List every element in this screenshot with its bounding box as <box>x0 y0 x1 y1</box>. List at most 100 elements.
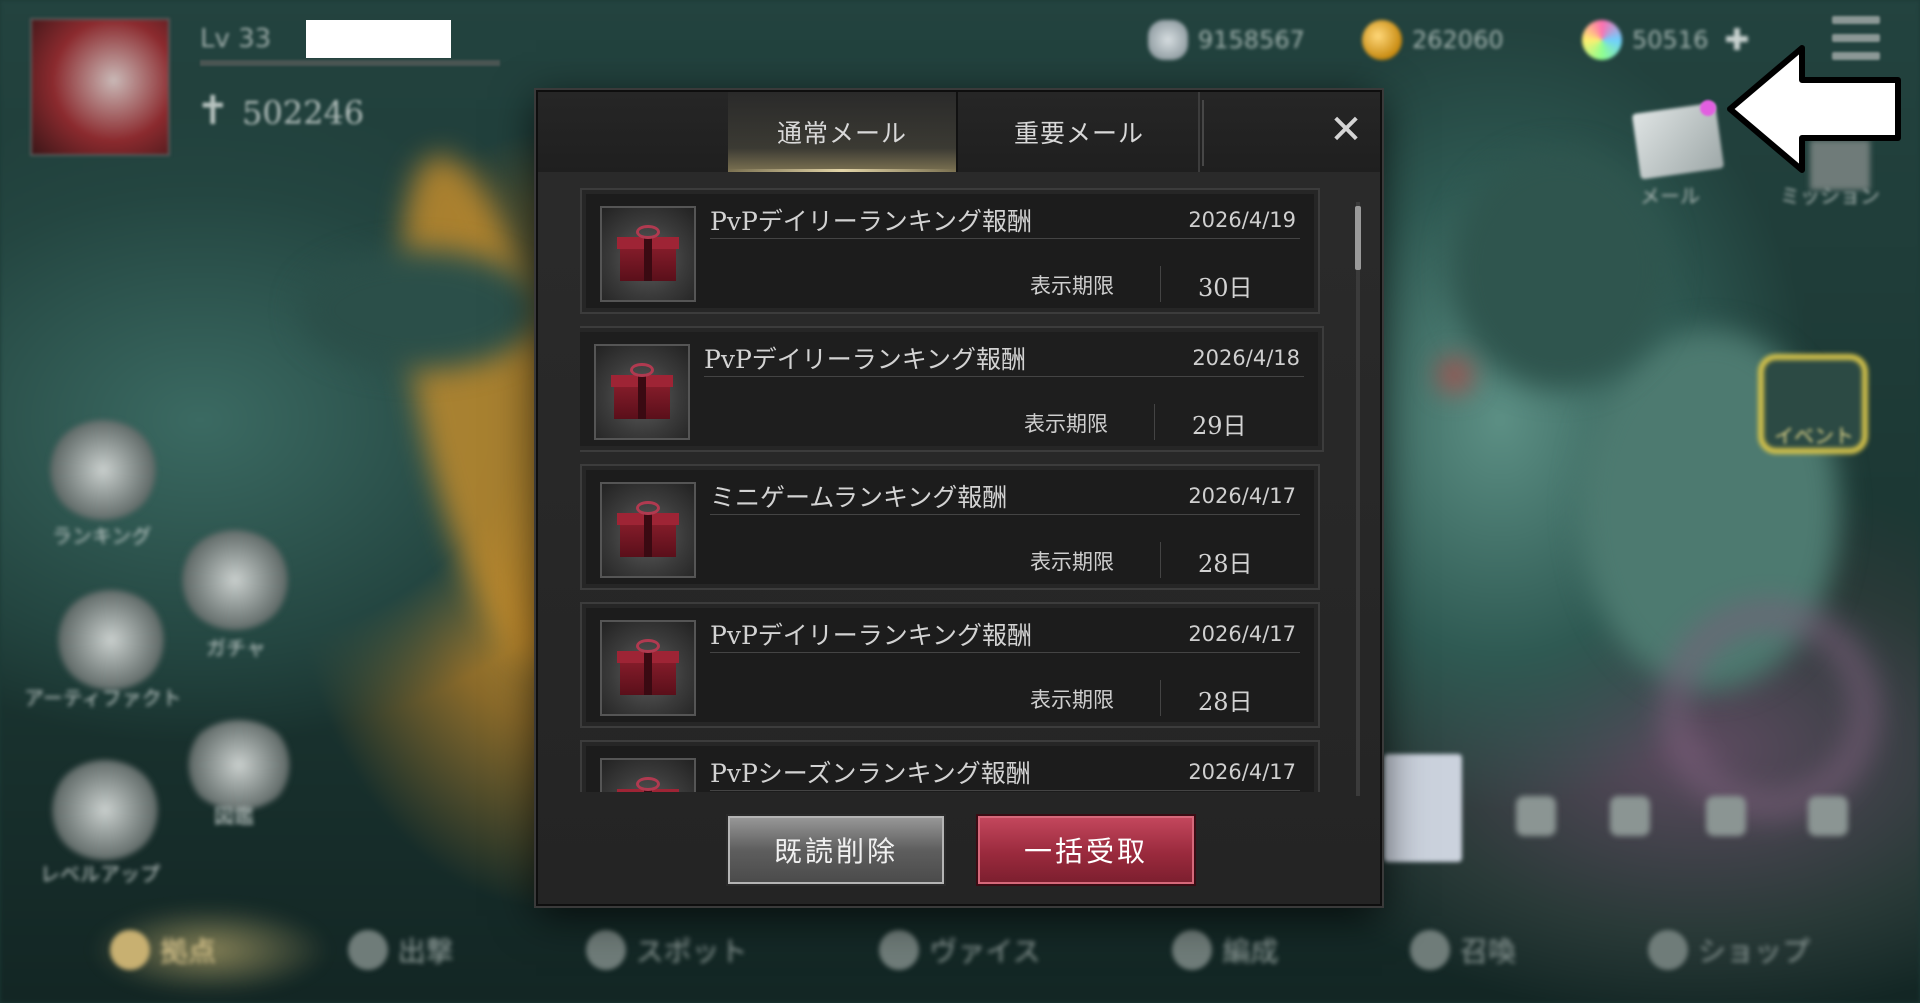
mail-date: 2026/4/19 <box>1188 208 1296 232</box>
gift-box-icon <box>594 344 690 440</box>
formation-icon <box>1172 930 1213 970</box>
claim-all-button[interactable]: 一括受取 <box>976 814 1196 886</box>
side-label: レベルアップ <box>40 862 160 886</box>
tab-important-mail[interactable]: 重要メール <box>960 92 1200 172</box>
grid-icon[interactable] <box>1516 796 1556 836</box>
mail-item[interactable]: PvPデイリーランキング報酬 2026/4/18 表示期限 29日 <box>580 326 1324 452</box>
tab-normal-mail[interactable]: 通常メール <box>728 92 958 172</box>
nav-label: ショップ <box>1697 935 1810 968</box>
period-value: 29日 <box>1192 412 1247 440</box>
nav-home[interactable]: 拠点 <box>110 930 216 970</box>
gift-box-icon <box>600 620 696 716</box>
tab-divider <box>1202 100 1204 166</box>
mail-dialog: 通常メール 重要メール ✕ PvPデイリーランキング報酬 2026/4/19 表… <box>536 90 1382 906</box>
side-label: 図鑑 <box>214 804 254 828</box>
period-label: 表示期限 <box>1024 412 1108 436</box>
character-card[interactable] <box>1384 754 1462 862</box>
gem-icon <box>1582 20 1622 60</box>
gacha-icon[interactable] <box>180 530 290 630</box>
monster-eye <box>1440 360 1470 390</box>
nav-formation[interactable]: 編成 <box>1172 930 1278 970</box>
monster-head <box>1450 150 1670 390</box>
mail-item[interactable]: PvPデイリーランキング報酬 2026/4/17 表示期限 28日 <box>580 602 1320 728</box>
divider <box>704 376 1304 377</box>
divider <box>1160 680 1161 716</box>
nav-label: 拠点 <box>160 935 217 968</box>
power-icon: ✝ <box>196 88 230 134</box>
ranking-icon[interactable] <box>48 420 158 520</box>
purple-ring <box>1660 600 1880 820</box>
vice-icon <box>879 930 920 970</box>
scrollbar-track[interactable] <box>1356 202 1360 796</box>
mail-title: PvPデイリーランキング報酬 <box>704 345 1027 374</box>
bell-icon[interactable] <box>1610 796 1650 836</box>
bird-icon[interactable] <box>1706 796 1746 836</box>
gift-box-icon <box>600 758 696 792</box>
mail-item[interactable]: ミニゲームランキング報酬 2026/4/17 表示期限 28日 <box>580 464 1320 590</box>
mail-title: ミニゲームランキング報酬 <box>710 483 1008 512</box>
mail-item[interactable]: PvPシーズンランキング報酬 2026/4/17 <box>580 740 1320 792</box>
tentacle <box>300 250 540 370</box>
nav-label: ヴァイス <box>929 935 1041 968</box>
period-label: 表示期限 <box>1030 274 1114 298</box>
period-label: 表示期限 <box>1030 688 1114 712</box>
level-up-icon[interactable] <box>50 760 160 860</box>
notification-dot <box>1700 100 1716 116</box>
nav-vice[interactable]: ヴァイス <box>879 930 1041 970</box>
menu-line <box>1832 34 1880 42</box>
mission-label: ミッション <box>1780 184 1880 208</box>
period-value: 28日 <box>1198 688 1253 716</box>
potion-icon[interactable] <box>1808 796 1848 836</box>
currency-value: 50516 <box>1632 26 1709 54</box>
mail-list[interactable]: PvPデイリーランキング報酬 2026/4/19 表示期限 30日 PvPデイリ… <box>580 188 1332 792</box>
player-name-redacted <box>306 20 451 58</box>
pointer-arrow-icon <box>1727 45 1901 173</box>
nav-shop[interactable]: ショップ <box>1647 930 1810 970</box>
divider <box>1154 404 1155 440</box>
tab-bar: 通常メール 重要メール ✕ <box>538 92 1380 172</box>
gift-box-icon <box>600 482 696 578</box>
home-icon <box>110 930 150 970</box>
mail-item[interactable]: PvPデイリーランキング報酬 2026/4/19 表示期限 30日 <box>580 188 1320 314</box>
close-icon[interactable]: ✕ <box>1326 110 1366 150</box>
side-label: ガチャ <box>206 636 266 660</box>
divider <box>1160 266 1161 302</box>
delete-read-button[interactable]: 既読削除 <box>726 814 946 886</box>
summon-icon <box>1410 930 1451 970</box>
shop-icon <box>1647 930 1688 970</box>
mail-label: メール <box>1640 184 1700 208</box>
scrollbar-thumb[interactable] <box>1355 206 1361 270</box>
divider <box>1160 542 1161 578</box>
divider <box>710 652 1300 653</box>
currency-gem: 50516 ✚ <box>1582 20 1750 60</box>
gold-coin-icon <box>1362 20 1402 60</box>
divider <box>710 238 1300 239</box>
nav-label: 編成 <box>1222 935 1279 968</box>
stone-icon <box>1148 20 1188 60</box>
currency-gold: 262060 <box>1362 20 1504 60</box>
mail-title: PvPデイリーランキング報酬 <box>710 207 1033 236</box>
currency-stone: 9158567 <box>1148 20 1305 60</box>
mail-date: 2026/4/18 <box>1192 346 1300 370</box>
nav-label: 召喚 <box>1460 935 1517 968</box>
nav-spot[interactable]: スポット <box>585 930 748 970</box>
player-level: Lv 33 <box>200 24 272 54</box>
divider <box>710 514 1300 515</box>
nav-label: 出撃 <box>397 935 454 968</box>
mail-title: PvPデイリーランキング報酬 <box>710 621 1033 650</box>
gift-box-icon <box>600 206 696 302</box>
mail-date: 2026/4/17 <box>1188 760 1296 784</box>
bottom-nav: 拠点 出撃 スポット ヴァイス 編成 召喚 ショップ <box>80 900 1840 1000</box>
mail-date: 2026/4/17 <box>1188 484 1296 508</box>
nav-summon[interactable]: 召喚 <box>1410 930 1516 970</box>
mail-date: 2026/4/17 <box>1188 622 1296 646</box>
event-label: イベント <box>1774 424 1854 448</box>
collection-icon[interactable] <box>184 720 294 810</box>
currency-value: 262060 <box>1412 26 1504 54</box>
sortie-icon <box>347 930 388 970</box>
artifact-icon[interactable] <box>56 590 166 690</box>
nav-sortie[interactable]: 出撃 <box>347 930 454 970</box>
player-avatar[interactable] <box>30 18 170 156</box>
menu-line <box>1832 16 1880 24</box>
side-label: アーティファクト <box>24 686 182 710</box>
